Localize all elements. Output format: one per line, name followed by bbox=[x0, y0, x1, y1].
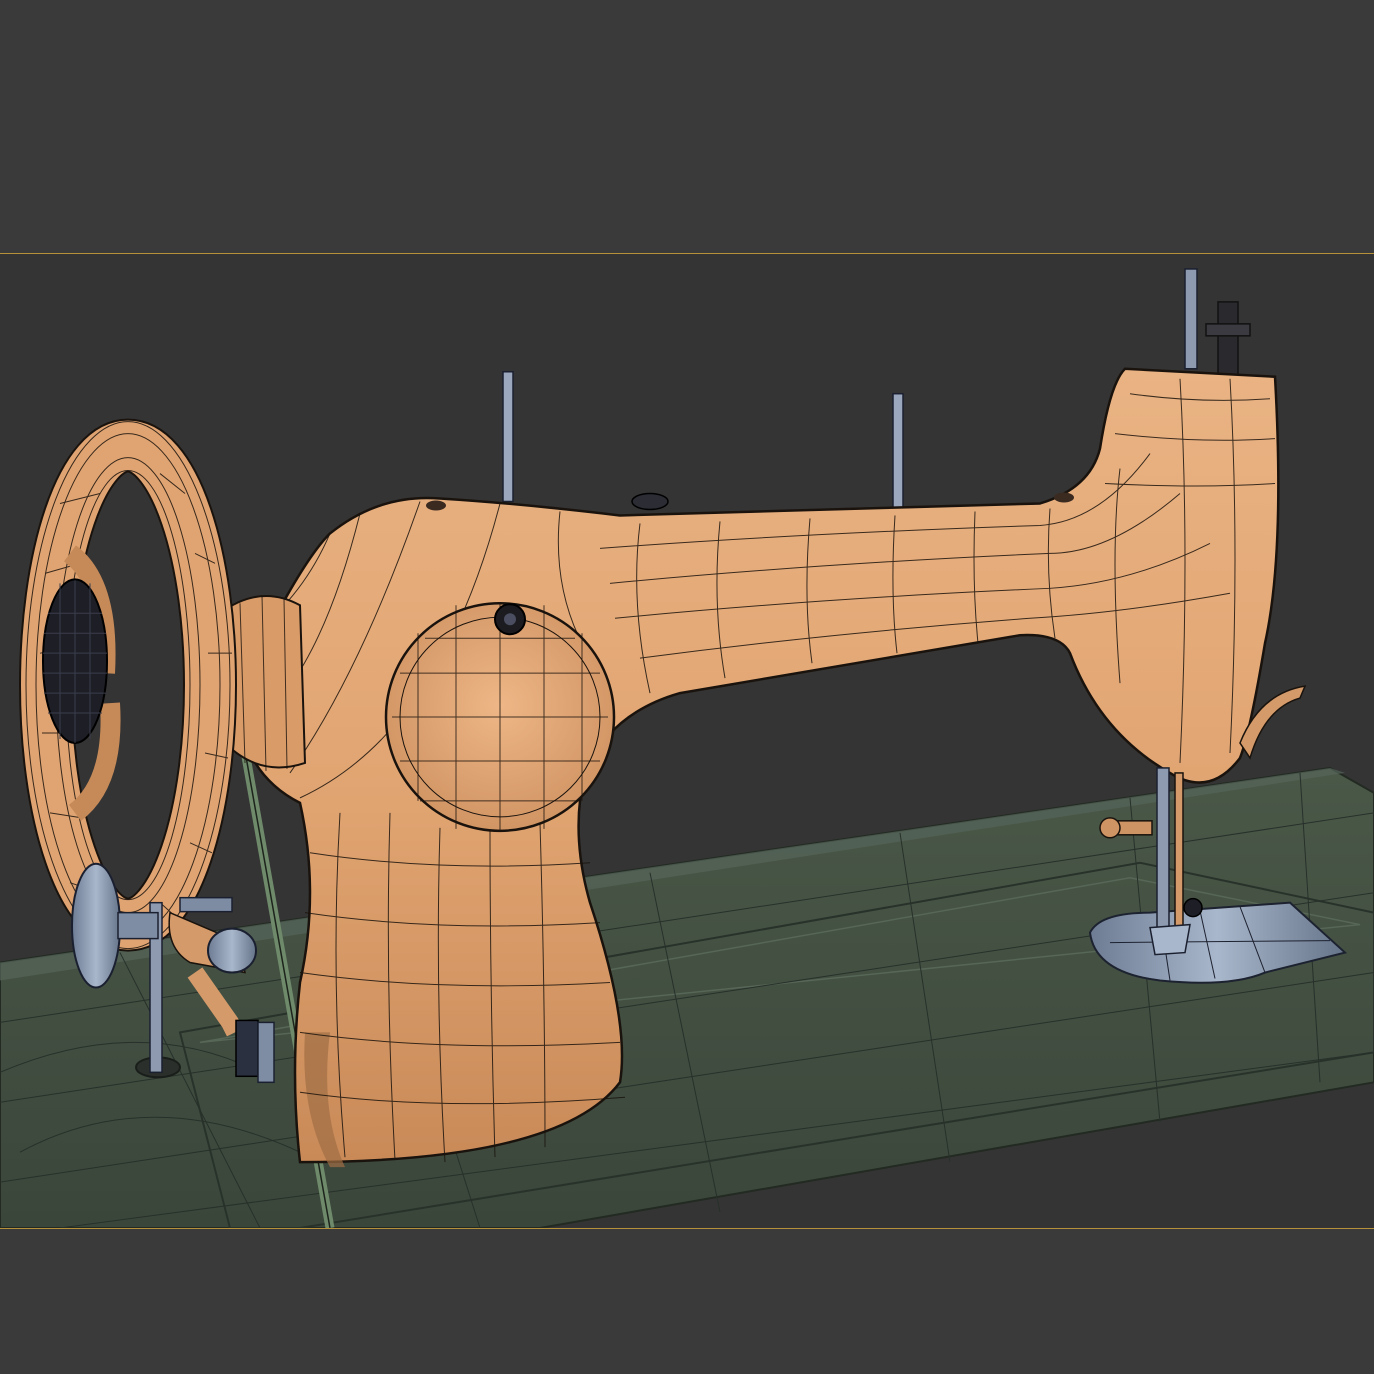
side-dial bbox=[384, 602, 616, 833]
sewing-machine-wireframe-render bbox=[0, 268, 1374, 1228]
handwheel bbox=[19, 418, 237, 952]
3d-viewport bbox=[0, 253, 1374, 1229]
render-frame bbox=[0, 0, 1374, 1374]
